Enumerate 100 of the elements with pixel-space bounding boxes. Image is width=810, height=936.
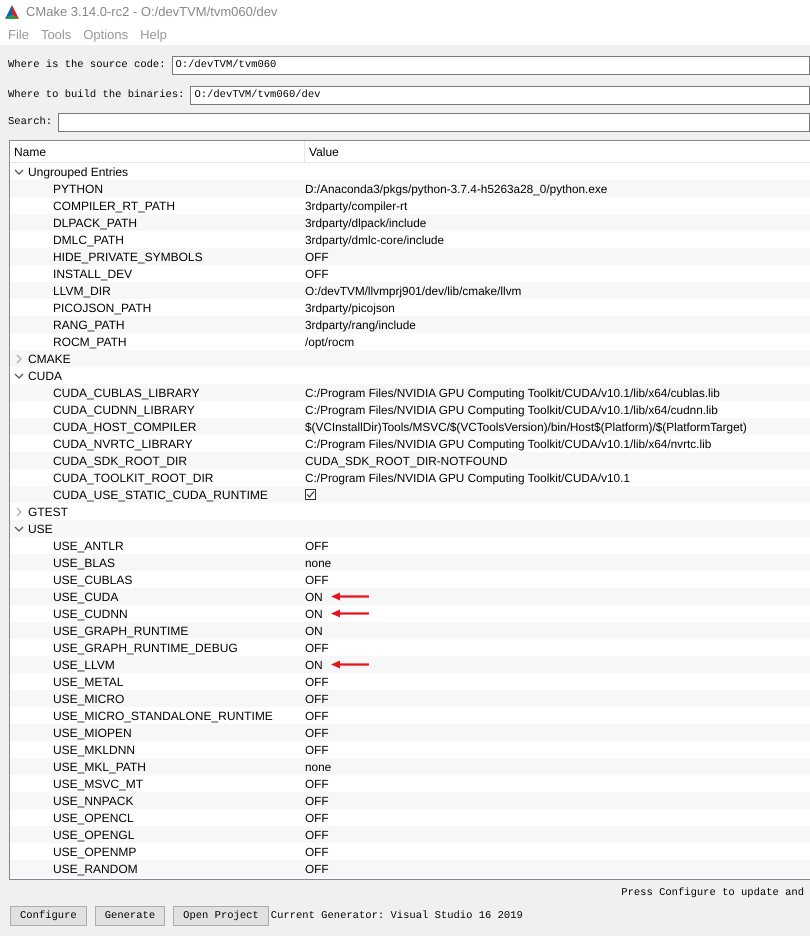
entry-value[interactable]: CUDA_SDK_ROOT_DIR-NOTFOUND bbox=[305, 454, 508, 468]
table-row[interactable]: CUDA_SDK_ROOT_DIR CUDA_SDK_ROOT_DIR-NOTFOUND bbox=[10, 452, 810, 469]
table-row[interactable]: PYTHON D:/Anaconda3/pkgs/python-3.7.4-h5263a28_0/python.exe bbox=[10, 180, 810, 197]
search-field[interactable] bbox=[58, 112, 810, 132]
table-row[interactable]: INSTALL_DEV OFF bbox=[10, 265, 810, 282]
column-header[interactable]: Value bbox=[309, 144, 339, 158]
table-row[interactable]: CUDA_NVRTC_LIBRARY C:/Program Files/NVIDIA GPU Computing Toolkit/CUDA/v10.1/lib/x64/nvrtc.lib bbox=[10, 435, 810, 452]
entry-value[interactable]: none bbox=[305, 760, 332, 774]
table-row[interactable]: RANG_PATH 3rdparty/rang/include bbox=[10, 316, 810, 333]
table-row[interactable]: CUDA_TOOLKIT_ROOT_DIR C:/Program Files/NVIDIA GPU Computing Toolkit/CUDA/v10.1 bbox=[10, 469, 810, 486]
entry-name[interactable]: USE_OPENGL bbox=[53, 828, 134, 842]
column-header[interactable]: Name bbox=[14, 144, 46, 158]
entry-value[interactable]: C:/Program Files/NVIDIA GPU Computing Toolkit/CUDA/v10.1 bbox=[305, 470, 630, 484]
entry-name[interactable]: USE_MSVC_MT bbox=[53, 776, 144, 790]
build-field[interactable]: O:/devTVM/tvm060/dev bbox=[190, 86, 810, 104]
entry-name[interactable]: USE_GRAPH_RUNTIME_DEBUG bbox=[53, 640, 238, 654]
table-row[interactable]: USE_MIOPEN OFF bbox=[10, 724, 810, 741]
group-name[interactable]: Ungrouped Entries bbox=[28, 164, 128, 178]
entry-name[interactable]: USE_BLAS bbox=[53, 556, 116, 570]
table-row[interactable]: CUDA_CUDNN_LIBRARY C:/Program Files/NVIDIA GPU Computing Toolkit/CUDA/v10.1/lib/x64/cudnn.lib bbox=[10, 401, 810, 418]
entry-name[interactable]: USE_MICRO bbox=[53, 692, 124, 706]
entry-value[interactable]: ON bbox=[305, 624, 323, 638]
entry-name[interactable]: DLPACK_PATH bbox=[53, 216, 138, 230]
entry-value[interactable]: none bbox=[305, 556, 332, 570]
entry-value[interactable]: O:/devTVM/llvmprj901/dev/lib/cmake/llvm bbox=[305, 284, 522, 298]
table-row[interactable]: PICOJSON_PATH 3rdparty/picojson bbox=[10, 299, 810, 316]
collapse-caret-icon[interactable] bbox=[14, 370, 24, 380]
table-row[interactable]: USE_LLVM ON bbox=[10, 656, 810, 673]
table-row[interactable]: USE_METAL OFF bbox=[10, 673, 810, 690]
table-row[interactable]: HIDE_PRIVATE_SYMBOLS OFF bbox=[10, 248, 810, 265]
table-row[interactable]: ROCM_PATH /opt/rocm bbox=[10, 333, 810, 350]
table-row[interactable]: DMLC_PATH 3rdparty/dmlc-core/include bbox=[10, 231, 810, 248]
entry-value[interactable]: ON bbox=[305, 658, 323, 672]
entry-name[interactable]: HIDE_PRIVATE_SYMBOLS bbox=[53, 250, 203, 264]
entry-name[interactable]: USE_RANDOM bbox=[53, 862, 138, 876]
entry-value[interactable]: OFF bbox=[305, 674, 329, 688]
table-row[interactable]: USE_OPENGL OFF bbox=[10, 826, 810, 843]
entry-name[interactable]: USE_MICRO_STANDALONE_RUNTIME bbox=[53, 708, 273, 722]
collapse-caret-icon[interactable] bbox=[14, 524, 24, 534]
checkbox[interactable] bbox=[305, 489, 316, 500]
table-row[interactable]: USE_OPENCL OFF bbox=[10, 809, 810, 826]
table-row[interactable]: CUDA_USE_STATIC_CUDA_RUNTIME bbox=[10, 486, 810, 503]
entry-value[interactable]: OFF bbox=[305, 266, 329, 280]
group-name[interactable]: USE bbox=[28, 522, 53, 536]
entry-name[interactable]: USE_MIOPEN bbox=[53, 726, 132, 740]
entry-name[interactable]: CUDA_HOST_COMPILER bbox=[53, 420, 196, 434]
entry-name[interactable]: USE_CUDA bbox=[53, 590, 118, 604]
table-row[interactable]: USE_BLAS none bbox=[10, 554, 810, 571]
entry-value[interactable]: OFF bbox=[305, 844, 329, 858]
table-row[interactable]: USE_NNPACK OFF bbox=[10, 792, 810, 809]
entry-name[interactable]: USE_OPENCL bbox=[53, 810, 134, 824]
entry-value[interactable]: OFF bbox=[305, 708, 329, 722]
entry-value[interactable]: 3rdparty/rang/include bbox=[305, 318, 416, 332]
table-row[interactable]: USE_MICRO_STANDALONE_RUNTIME OFF bbox=[10, 707, 810, 724]
entry-value[interactable]: OFF bbox=[305, 828, 329, 842]
entry-name[interactable]: CUDA_CUDNN_LIBRARY bbox=[53, 402, 195, 416]
entry-value[interactable]: OFF bbox=[305, 250, 329, 264]
table-row[interactable]: USE_CUBLAS OFF bbox=[10, 571, 810, 588]
entry-value[interactable]: $(VCInstallDir)Tools/MSVC/$(VCToolsVersion)/bin/Host$(Platform)/$(PlatformTarget) bbox=[305, 420, 747, 434]
action-button[interactable]: Open Project bbox=[173, 906, 269, 926]
entry-name[interactable]: CUDA_SDK_ROOT_DIR bbox=[53, 454, 188, 468]
table-row[interactable]: USE_CUDA ON bbox=[10, 588, 810, 605]
entry-name[interactable]: USE_LLVM bbox=[53, 658, 115, 672]
action-button[interactable]: Generate bbox=[94, 906, 166, 926]
entry-name[interactable]: USE_NNPACK bbox=[53, 794, 134, 808]
table-row[interactable]: LLVM_DIR O:/devTVM/llvmprj901/dev/lib/cmake/llvm bbox=[10, 282, 810, 299]
table-row[interactable]: CUDA_CUBLAS_LIBRARY C:/Program Files/NVIDIA GPU Computing Toolkit/CUDA/v10.1/lib/x64/cublas.lib bbox=[10, 384, 810, 401]
entry-name[interactable]: USE_METAL bbox=[53, 674, 124, 688]
entry-name[interactable]: USE_CUBLAS bbox=[53, 572, 132, 586]
entry-value[interactable]: D:/Anaconda3/pkgs/python-3.7.4-h5263a28_0/python.exe bbox=[305, 182, 608, 196]
source-field[interactable]: O:/devTVM/tvm060 bbox=[172, 56, 810, 74]
entry-name[interactable]: DMLC_PATH bbox=[53, 232, 124, 246]
entry-name[interactable]: COMPILER_RT_PATH bbox=[53, 198, 176, 212]
table-row[interactable]: USE_MICRO OFF bbox=[10, 690, 810, 707]
entry-value[interactable]: OFF bbox=[305, 640, 329, 654]
table-row[interactable]: USE_MSVC_MT OFF bbox=[10, 775, 810, 792]
table-row[interactable]: USE_RANDOM OFF bbox=[10, 860, 810, 877]
entry-value[interactable]: C:/Program Files/NVIDIA GPU Computing Toolkit/CUDA/v10.1/lib/x64/nvrtc.lib bbox=[305, 436, 712, 450]
entry-name[interactable]: USE_ANTLR bbox=[53, 538, 124, 552]
entry-value[interactable]: OFF bbox=[305, 572, 329, 586]
entry-value[interactable]: ON bbox=[305, 606, 323, 620]
entry-name[interactable]: CUDA_CUBLAS_LIBRARY bbox=[53, 386, 200, 400]
table-row[interactable]: USE_GRAPH_RUNTIME ON bbox=[10, 622, 810, 639]
action-button[interactable]: Configure bbox=[10, 906, 87, 926]
entry-name[interactable]: CUDA_USE_STATIC_CUDA_RUNTIME bbox=[53, 488, 268, 502]
entry-value[interactable]: C:/Program Files/NVIDIA GPU Computing Toolkit/CUDA/v10.1/lib/x64/cudnn.lib bbox=[305, 402, 718, 416]
entry-value[interactable]: ON bbox=[305, 590, 323, 604]
entry-name[interactable]: PYTHON bbox=[53, 182, 104, 196]
table-row[interactable]: USE_GRAPH_RUNTIME_DEBUG OFF bbox=[10, 639, 810, 656]
entry-name[interactable]: CUDA_NVRTC_LIBRARY bbox=[53, 436, 193, 450]
entry-name[interactable]: RANG_PATH bbox=[53, 318, 125, 332]
entry-value[interactable]: OFF bbox=[305, 776, 329, 790]
entry-name[interactable]: USE_CUDNN bbox=[53, 606, 128, 620]
entry-value[interactable]: OFF bbox=[305, 810, 329, 824]
entry-name[interactable]: USE_GRAPH_RUNTIME bbox=[53, 624, 188, 638]
entry-value[interactable]: OFF bbox=[305, 794, 329, 808]
table-row[interactable]: USE_ANTLR OFF bbox=[10, 537, 810, 554]
entry-name[interactable]: USE_OPENMP bbox=[53, 844, 136, 858]
group-name[interactable]: CUDA bbox=[28, 368, 62, 382]
table-row[interactable]: USE_CUDNN ON bbox=[10, 605, 810, 622]
